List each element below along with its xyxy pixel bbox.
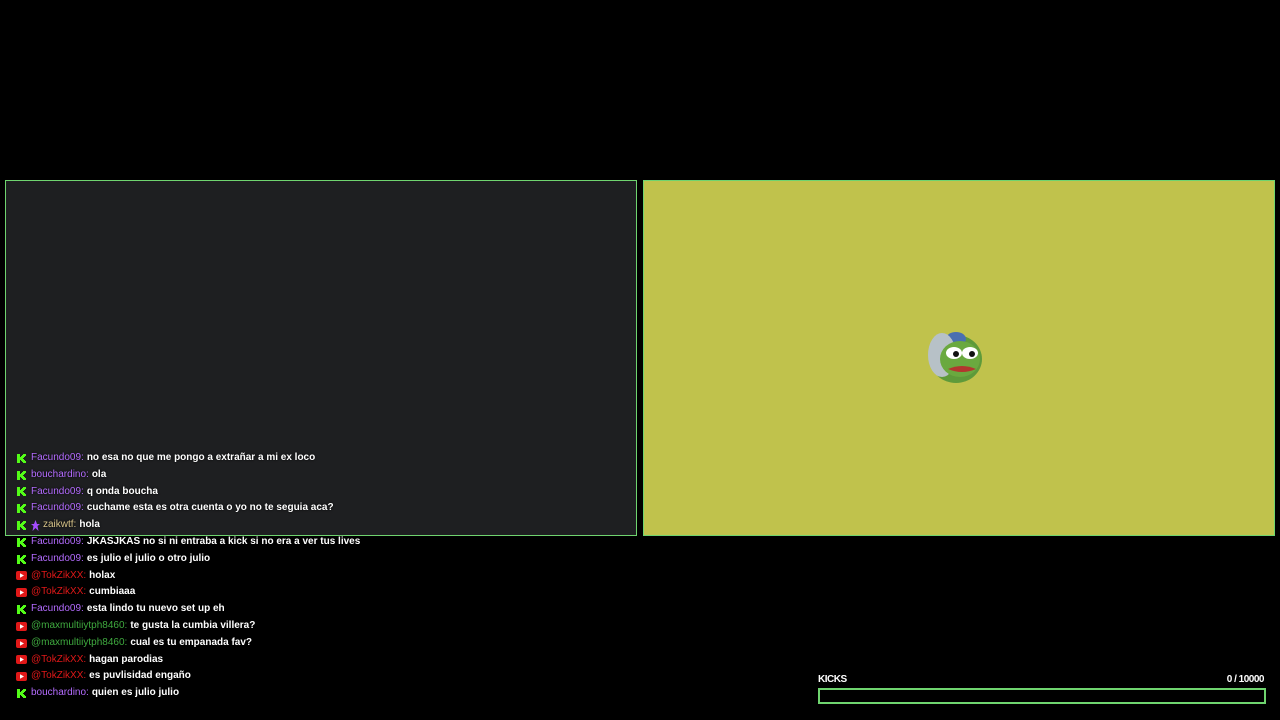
sub-badge-icon <box>31 520 40 532</box>
chat-message-text: es puvlisidad engaño <box>89 670 191 682</box>
chat-username: bouchardino: <box>31 687 89 699</box>
chat-username: @maxmultiiytph8460: <box>31 636 128 648</box>
chat-overlay: Facundo09: no esa no que me pongo a extra… <box>16 450 636 702</box>
kick-logo-icon <box>17 487 26 497</box>
pepe-frog-icon <box>928 332 982 383</box>
youtube-logo-icon <box>16 588 27 598</box>
kick-logo-icon <box>17 605 26 615</box>
kick-logo-icon <box>17 504 26 514</box>
chat-message: Facundo09: q onda boucha <box>16 484 636 501</box>
kick-logo-icon <box>17 521 26 531</box>
chat-message: @maxmultiiytph8460: cual es tu empanada f… <box>16 635 636 652</box>
youtube-logo-icon <box>16 571 27 581</box>
chat-username: @TokZikXX: <box>31 653 87 665</box>
chat-message: Facundo09: es julio el julio o otro julio <box>16 551 636 568</box>
kick-logo-icon <box>17 453 26 463</box>
chat-message-text: ola <box>91 468 107 480</box>
chat-username: Facundo09: <box>31 452 84 463</box>
chat-message-text: holax <box>89 569 116 581</box>
chat-message: Facundo09: esta lindo tu nuevo set up eh <box>16 601 636 618</box>
chat-message-text: JKASJKAS no si ni entraba a kick si no e… <box>86 535 361 547</box>
chat-message-text: quien es julio julio <box>91 687 180 699</box>
chat-message-text: esta lindo tu nuevo set up eh <box>86 603 225 615</box>
chat-message: @TokZikXX: holax <box>16 568 636 585</box>
chat-message-text: no esa no que me pongo a extrañar a mi e… <box>86 452 316 463</box>
chat-message-text: es julio el julio o otro julio <box>86 552 211 564</box>
chat-message: @TokZikXX: cumbiaaa <box>16 584 636 601</box>
chat-message-text: hola <box>79 519 100 531</box>
chat-message: zaikwtf: hola <box>16 517 636 534</box>
chat-username: bouchardino: <box>31 468 89 480</box>
chat-username: Facundo09: <box>31 502 84 514</box>
chat-username: Facundo09: <box>31 552 84 564</box>
chat-username: @maxmultiiytph8460: <box>31 619 128 631</box>
chat-username: @TokZikXX: <box>31 586 87 598</box>
kick-logo-icon <box>17 470 26 480</box>
chat-message-text: te gusta la cumbia villera? <box>130 619 256 631</box>
chat-message: bouchardino: quien es julio julio <box>16 685 636 702</box>
chat-message: Facundo09: no esa no que me pongo a extra… <box>16 450 636 467</box>
chat-username: Facundo09: <box>31 485 84 497</box>
chat-message-text: cuchame esta es otra cuenta o yo no te s… <box>86 502 334 514</box>
kicks-goal-label: KICKS <box>818 674 847 685</box>
youtube-logo-icon <box>16 672 27 682</box>
chat-message-text: cual es tu empanada fav? <box>130 636 253 648</box>
chat-message: Facundo09: cuchame esta es otra cuenta o … <box>16 500 636 517</box>
chat-message: @maxmultiiytph8460: te gusta la cumbia vi… <box>16 618 636 635</box>
kick-logo-icon <box>17 537 26 547</box>
chat-username: Facundo09: <box>31 603 84 615</box>
youtube-logo-icon <box>16 638 27 648</box>
chat-message: Facundo09: JKASJKAS no si ni entraba a ki… <box>16 534 636 551</box>
chat-message-text: cumbiaaa <box>89 586 136 598</box>
kicks-goal-count: 0 / 10000 <box>1226 674 1265 685</box>
chat-username: Facundo09: <box>31 535 84 547</box>
youtube-logo-icon <box>16 655 27 665</box>
kick-logo-icon <box>17 554 26 564</box>
chat-message-text: q onda boucha <box>86 485 158 497</box>
kicks-goal-progress-bar <box>818 688 1266 704</box>
chat-username: @TokZikXX: <box>31 670 87 682</box>
chat-message: @TokZikXX: es puvlisidad engaño <box>16 668 636 685</box>
camera-panel-right <box>643 180 1275 536</box>
kick-logo-icon <box>17 689 26 699</box>
chat-message: @TokZikXX: hagan parodias <box>16 652 636 669</box>
chat-message: bouchardino: ola <box>16 467 636 484</box>
chat-message-text: hagan parodias <box>89 653 164 665</box>
chat-username: @TokZikXX: <box>31 569 87 581</box>
youtube-logo-icon <box>16 621 27 631</box>
chat-username: zaikwtf: <box>43 519 77 531</box>
